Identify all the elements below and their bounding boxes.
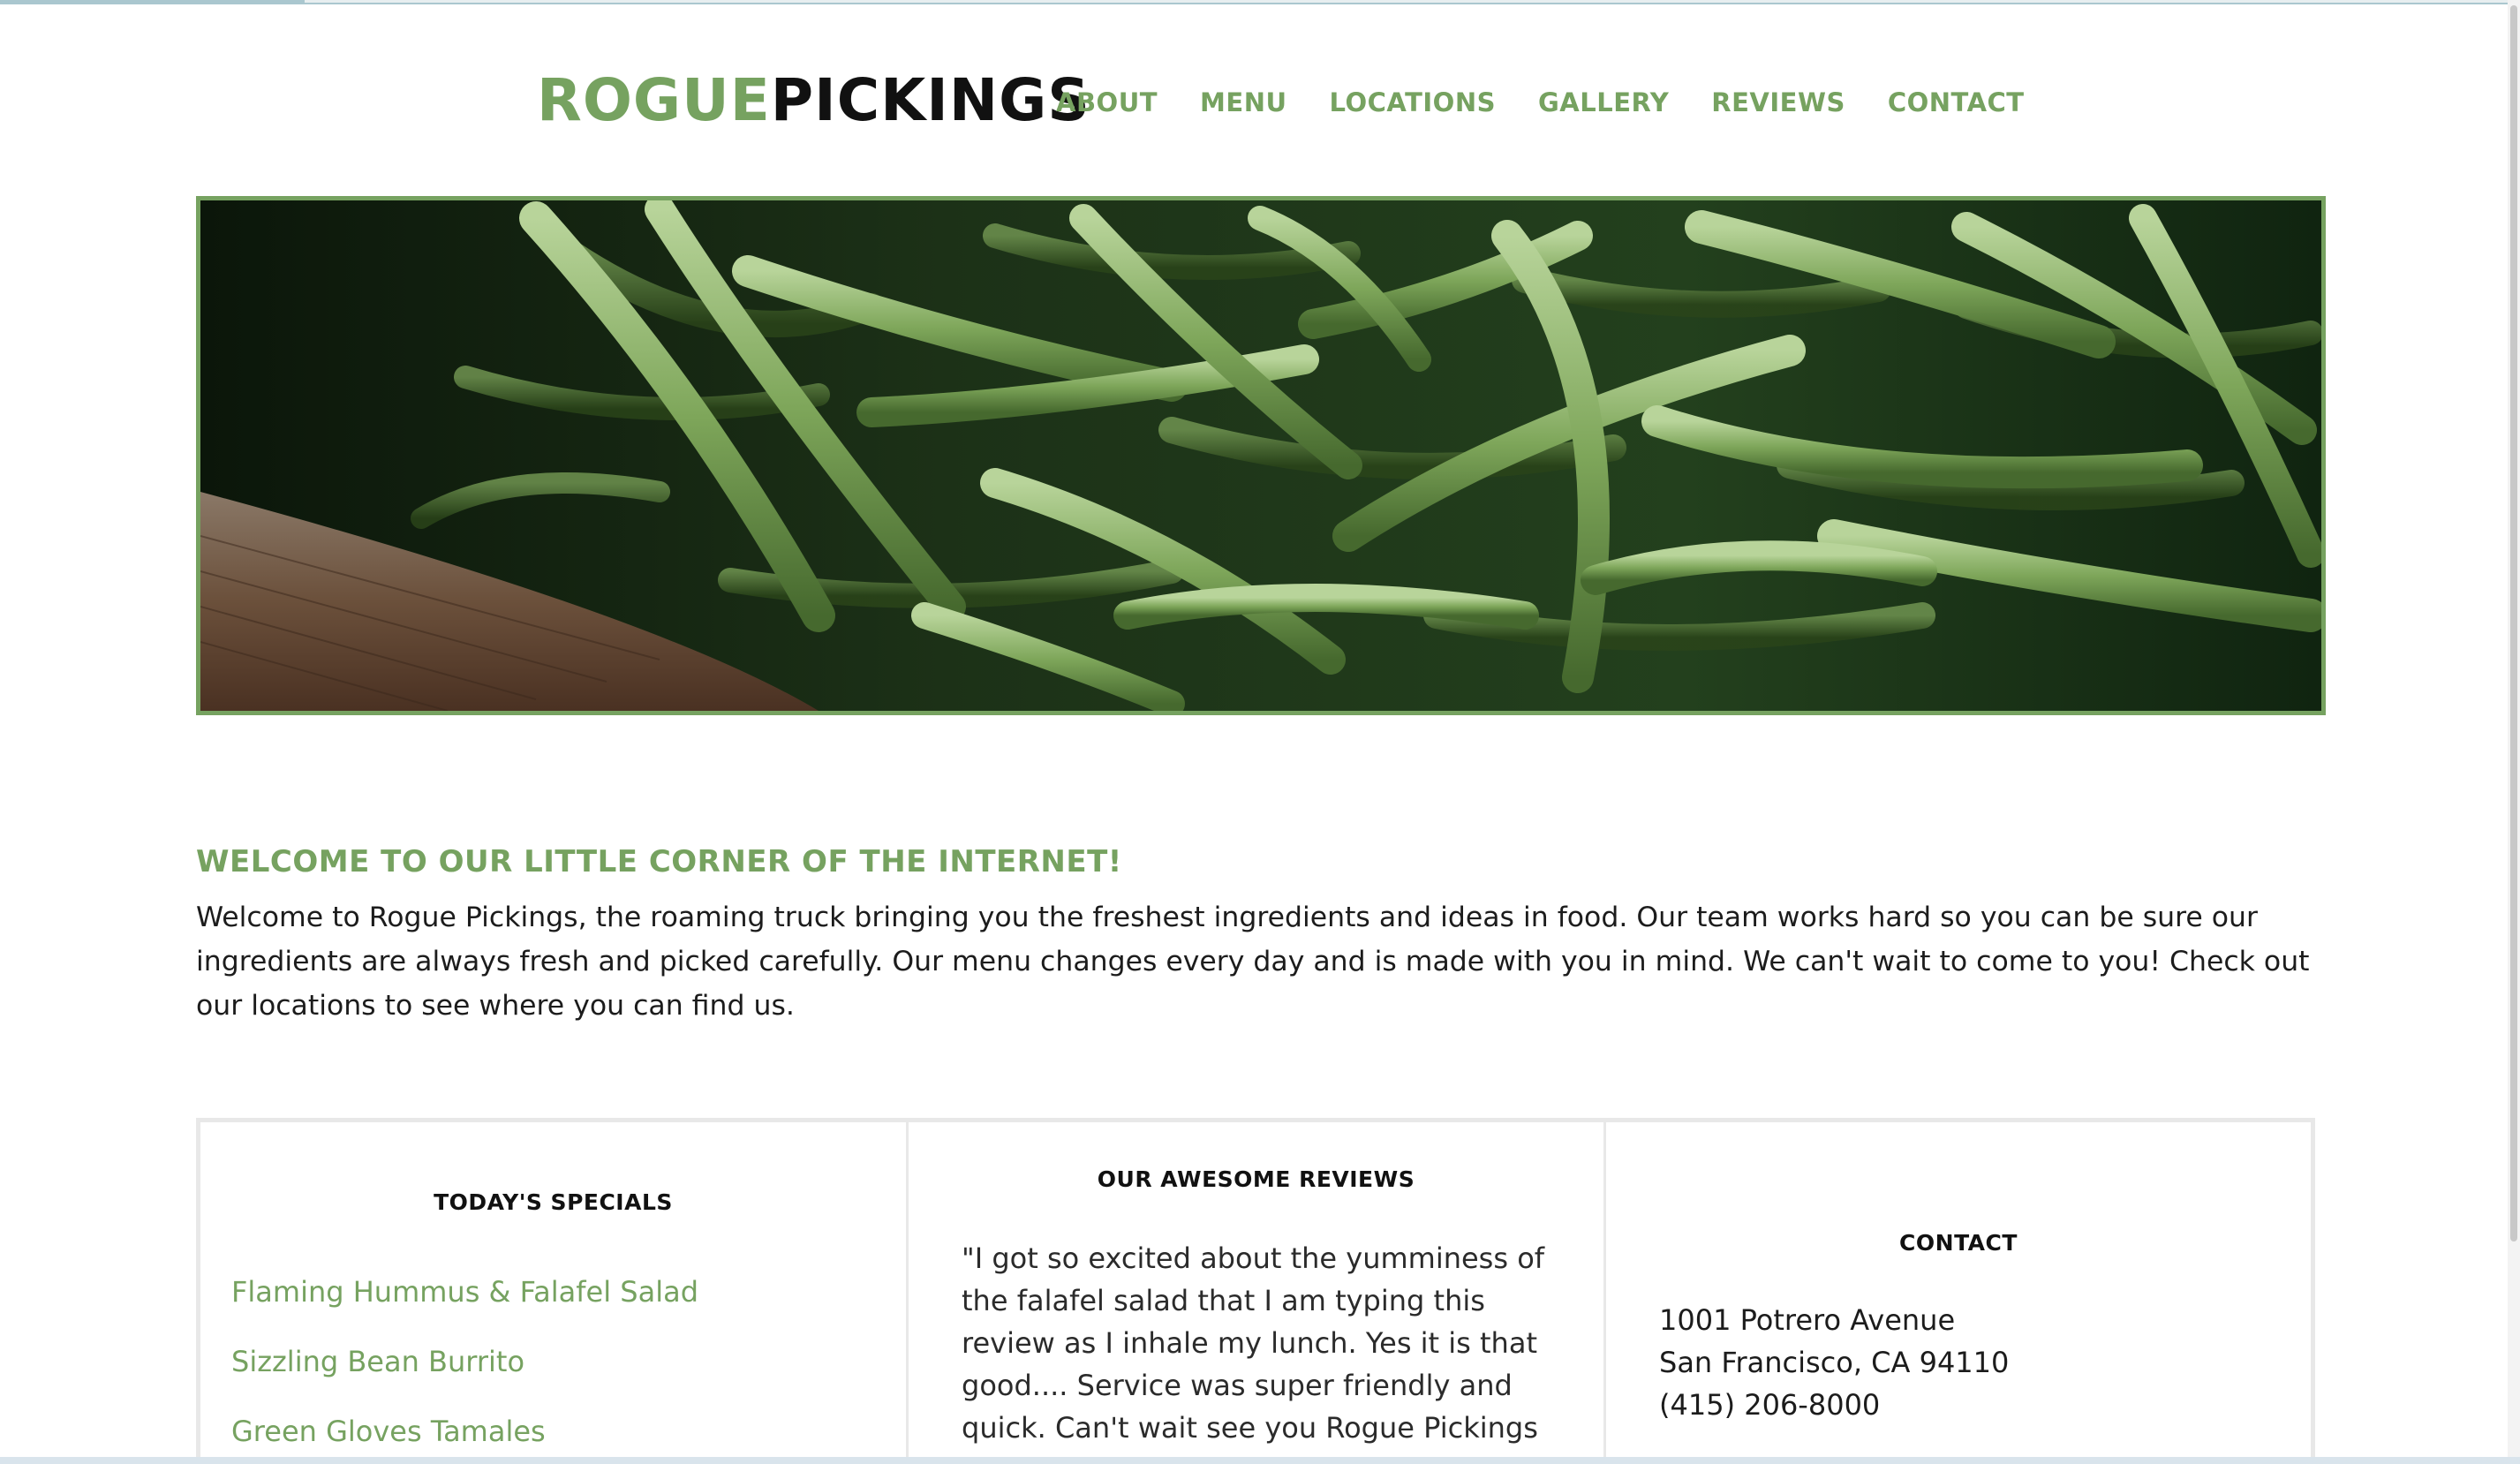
welcome-heading: WELCOME TO OUR LITTLE CORNER OF THE INTE…: [196, 844, 1122, 880]
specials-list: Flaming Hummus & Falafel Salad Sizzling …: [231, 1274, 698, 1464]
specials-heading: TODAY'S SPECIALS: [434, 1189, 673, 1215]
browser-bottom-strip: [0, 1457, 2520, 1464]
logo-rogue: ROGUE: [537, 66, 771, 134]
special-item[interactable]: Green Gloves Tamales: [231, 1414, 698, 1449]
hero-image: [196, 196, 2326, 715]
nav-menu[interactable]: MENU: [1200, 85, 1287, 120]
address-line-1: 1001 Potrero Avenue: [1659, 1303, 1956, 1337]
specials-column: TODAY'S SPECIALS Flaming Hummus & Falafe…: [200, 1122, 909, 1464]
special-item[interactable]: Sizzling Bean Burrito: [231, 1344, 698, 1379]
logo-pickings: PICKINGS: [770, 66, 1090, 134]
nav-gallery[interactable]: GALLERY: [1538, 85, 1669, 120]
green-beans-image: [200, 200, 2321, 711]
reviews-heading: OUR AWESOME REVIEWS: [1097, 1166, 1415, 1192]
vertical-scrollbar[interactable]: [2508, 0, 2520, 1464]
site-logo[interactable]: ROGUEPICKINGS: [537, 65, 1090, 136]
nav-reviews[interactable]: REVIEWS: [1711, 85, 1845, 120]
reviews-column: OUR AWESOME REVIEWS "I got so excited ab…: [909, 1122, 1606, 1464]
main-nav: ABOUT MENU LOCATIONS GALLERY REVIEWS CON…: [1056, 85, 2025, 120]
address-line-2: San Francisco, CA 94110: [1659, 1346, 2010, 1379]
info-section: TODAY'S SPECIALS Flaming Hummus & Falafe…: [196, 1118, 2315, 1464]
welcome-paragraph: Welcome to Rogue Pickings, the roaming t…: [196, 902, 2310, 1022]
contact-column: CONTACT 1001 Potrero Avenue San Francisc…: [1606, 1122, 2311, 1464]
contact-heading: CONTACT: [1899, 1230, 2018, 1256]
nav-about[interactable]: ABOUT: [1056, 85, 1158, 120]
page: ROGUEPICKINGS ABOUT MENU LOCATIONS GALLE…: [0, 0, 2520, 1464]
scrollbar-thumb[interactable]: [2510, 5, 2517, 1241]
nav-contact[interactable]: CONTACT: [1888, 85, 2025, 120]
browser-top-strip: [0, 0, 2520, 4]
phone-number[interactable]: (415) 206-8000: [1659, 1384, 2009, 1426]
review-quote: "I got so excited about the yumminess of…: [962, 1241, 1545, 1445]
contact-details: 1001 Potrero Avenue San Francisco, CA 94…: [1659, 1299, 2009, 1426]
special-item[interactable]: Flaming Hummus & Falafel Salad: [231, 1274, 698, 1309]
nav-locations[interactable]: LOCATIONS: [1330, 85, 1496, 120]
